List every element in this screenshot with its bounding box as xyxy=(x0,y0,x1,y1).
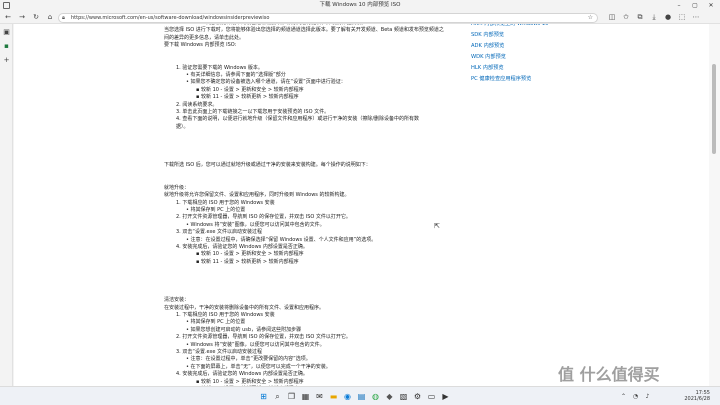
content-line: 将其保存到 PC 上的位置 xyxy=(164,319,464,326)
content-line: Windows 将“安装”图像，以便您可以访问其中包含的文件。 xyxy=(164,222,464,229)
content-line: 2. 阅读系统要求。 xyxy=(176,101,218,108)
scrollbar-thumb[interactable] xyxy=(712,64,716,154)
content-line: 3. 双击“设置.exe 文件以启动安装过程 xyxy=(176,229,263,236)
task-view-icon[interactable]: ❐ xyxy=(286,391,297,402)
profile-icon[interactable]: ● xyxy=(662,12,674,23)
settings-icon[interactable]: ⚙ xyxy=(412,391,423,402)
content-line: 1. 下载相应的 ISO 用于您的 Windows 安装 xyxy=(176,199,275,206)
downloads-icon[interactable]: ⤓ xyxy=(648,12,660,23)
content-spacer xyxy=(164,266,464,297)
content-line: 注意：在设置过程中，单击“更改要保留的内容”选项。 xyxy=(164,356,464,363)
favorites-icon[interactable]: ✩ xyxy=(620,12,632,23)
back-icon[interactable]: ← xyxy=(2,12,14,23)
tab-favicon-icon[interactable]: ▪ xyxy=(2,42,11,51)
content-line: 较新 11 - 设置 > 较新更新 > 较新内部程序 xyxy=(164,94,464,101)
related-link[interactable]: PC 健康检查应用程序预览 xyxy=(471,74,671,85)
chat-icon[interactable]: ✉ xyxy=(314,391,325,402)
tab-sidebar-toggle-icon[interactable]: ▣ xyxy=(2,28,11,37)
extensions-icon[interactable]: ⬚ xyxy=(676,12,688,23)
content-line: 如果您不确定您的设备被选入哪个通道，请在“设置”页面中进行验证： xyxy=(164,79,464,86)
forward-icon[interactable]: → xyxy=(16,12,28,23)
web-page: 3. Windows 内部预览计划中的设备通常需要以推荐方式进行更新，并收集体验… xyxy=(14,24,709,386)
close-icon[interactable]: ✕ xyxy=(704,0,718,11)
related-link[interactable]: WDK 内部预览 xyxy=(471,52,671,63)
app-icon[interactable]: ◆ xyxy=(384,391,395,402)
new-tab-icon[interactable]: + xyxy=(2,56,11,65)
content-line: 就地升级： xyxy=(164,184,190,191)
content-line: 4. 查看下面的说明，以便进行就地升级（保留文件和应用程序）或进行干净的安装（擦… xyxy=(176,116,420,123)
window-title: 下载 Windows 10 内部预览 ISO xyxy=(319,2,401,8)
file-explorer-icon[interactable]: ▬ xyxy=(328,391,339,402)
network-icon[interactable]: ◔ xyxy=(630,391,641,402)
store-icon[interactable]: ▤ xyxy=(356,391,367,402)
refresh-icon[interactable]: ↻ xyxy=(30,12,42,23)
mouse-cursor-icon: ⇱ xyxy=(434,222,440,230)
url-text: https://www.microsoft.com/en-us/software… xyxy=(71,14,270,21)
related-links: ARM 内部预览上的 Windows 10 SDK 内部预览 ADK 内部预览 WDK… xyxy=(471,24,671,85)
start-icon[interactable]: ⊞ xyxy=(258,391,269,402)
widgets-icon[interactable]: ▦ xyxy=(300,391,311,402)
content-line: 1. 验证您需要下载的 Windows 版本。 xyxy=(176,64,263,71)
content-spacer xyxy=(164,50,464,65)
menu-icon[interactable]: ⋯ xyxy=(690,12,702,23)
url-input[interactable]: 🔒︎ https://www.microsoft.com/en-us/softw… xyxy=(58,12,598,23)
content-line: 当您选择 ISO 进行下载时，您将能够体验出您选择的频道通道选择此版本。要了解有… xyxy=(164,27,444,34)
vertical-tabs-strip: ▣ ▪ + xyxy=(0,24,13,386)
taskbar: ⊞ ⌕ ❐ ▦ ✉ ▬ ◉ ▤ ◍ ◆ ▧ ⚙ ▭ ▶ ⌃ ◔ ♪ 17:55 … xyxy=(0,386,720,405)
volume-icon[interactable]: ♪ xyxy=(642,391,653,402)
related-link[interactable]: HLK 内部预览 xyxy=(471,63,671,74)
content-spacer xyxy=(164,131,464,162)
clock-date: 2021/6/28 xyxy=(684,396,710,402)
collections-icon[interactable]: ⧉ xyxy=(634,12,646,23)
address-bar: ← → ↻ ⌂ 🔒︎ https://www.microsoft.com/en-… xyxy=(0,11,720,24)
content-line: 较新 11 - 设置 > 较新更新 > 较新内部程序 xyxy=(164,259,464,266)
content-line: 2. 打开文件资源管理器，导航到 ISO 的保存位置，并双击 ISO 文件以打开… xyxy=(176,214,351,221)
search-icon[interactable]: ⌕ xyxy=(272,391,283,402)
wechat-icon[interactable]: ◍ xyxy=(370,391,381,402)
content-line: 在安装过程中，干净的安装将删除设备中的所有文件、设置和应用程序。 xyxy=(164,304,325,311)
maximize-icon[interactable]: ▢ xyxy=(688,0,702,11)
main-content: 3. Windows 内部预览计划中的设备通常需要以推荐方式进行更新，并收集体验… xyxy=(164,24,464,386)
media-icon[interactable]: ▶ xyxy=(440,391,451,402)
content-line: 较新 10 - 设置 > 更新和安全 > 较新内部程序 xyxy=(164,251,464,258)
photos-icon[interactable]: ▧ xyxy=(398,391,409,402)
content-line: 较新 10 - 设置 > 更新和安全 > 较新内部程序 xyxy=(164,379,464,386)
related-link[interactable]: SDK 内部预览 xyxy=(471,30,671,41)
content-line: 2. 打开文件资源管理器，导航到 ISO 的保存位置，并双击 ISO 文件以打开… xyxy=(176,334,351,341)
content-line: 就地升级将允许您保留文件、设置和应用程序，同时升级到 Windows 的较新构建… xyxy=(164,192,350,199)
minimize-icon[interactable]: – xyxy=(672,0,686,11)
content-line: 4. 安装完成后，请验证您的 Windows 内部设置是否正确。 xyxy=(176,371,308,378)
page-scrollbar[interactable] xyxy=(709,24,720,386)
content-line: Windows 将“安装”图像，以便您可以访问其中包含的文件。 xyxy=(164,342,464,349)
terminal-icon[interactable]: ▭ xyxy=(426,391,437,402)
title-bar: 下载 Windows 10 内部预览 ISO – ▢ ✕ xyxy=(0,0,720,11)
split-screen-icon[interactable]: ◫ xyxy=(606,12,618,23)
content-line: 注意：在设置过程中，请确保选择“保留 Windows 设置、个人文件和应用”的选… xyxy=(164,237,464,244)
favorite-star-icon[interactable]: ☆ xyxy=(588,14,593,22)
content-line: 下载所选 ISO 后，您可以通过就地升级或通过干净的安装来安装构建。每个操作的说… xyxy=(164,162,371,169)
home-icon[interactable]: ⌂ xyxy=(44,12,56,23)
content-line: 要下载 Windows 内部预览 ISO: xyxy=(164,42,237,49)
clock[interactable]: 17:55 2021/6/28 xyxy=(660,390,710,402)
related-link[interactable]: ADK 内部预览 xyxy=(471,41,671,52)
edge-icon[interactable]: ◉ xyxy=(342,391,353,402)
lock-icon[interactable]: 🔒︎ xyxy=(62,15,65,22)
watermark: 值 什么值得买 xyxy=(558,365,660,384)
content-line: 清洁安装： xyxy=(164,297,190,304)
content-spacer xyxy=(164,170,464,185)
tray-chevron-icon[interactable]: ⌃ xyxy=(618,391,629,402)
content-line: 据）。 xyxy=(176,123,189,130)
